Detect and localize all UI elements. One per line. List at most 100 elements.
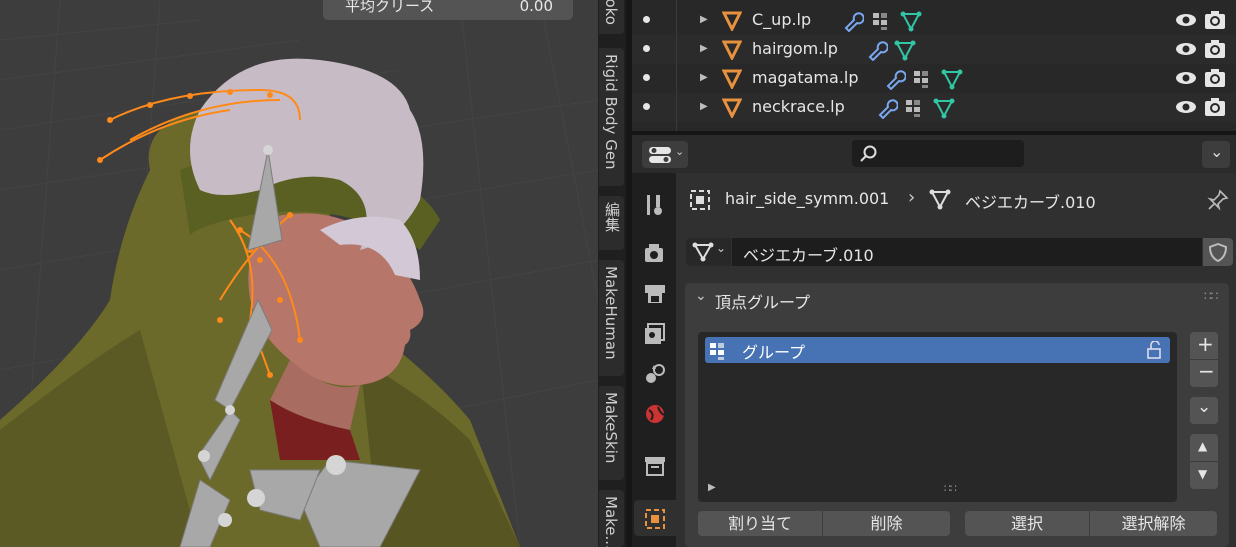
visibility-dot[interactable] xyxy=(643,74,650,81)
curve-data-icon[interactable] xyxy=(933,97,955,119)
vertex-group-list[interactable]: グループ ▶ ∷∷ xyxy=(698,332,1177,502)
drag-handle-icon[interactable]: ∷∷ xyxy=(1204,289,1218,303)
filter-expand-icon[interactable]: ▶ xyxy=(708,482,716,493)
vertex-groups-panel: ⌄ 頂点グループ ∷∷ グループ ▶ ∷∷ + − ⌄ ▲ ▼ 割り当て 削除 … xyxy=(685,283,1229,547)
outliner-row[interactable]: ▶ neckrace.lp xyxy=(632,93,1236,122)
outliner-row[interactable]: ▶ magatama.lp xyxy=(632,64,1236,93)
move-down-button[interactable]: ▼ xyxy=(1190,462,1218,489)
view-layer-icon[interactable] xyxy=(644,323,666,345)
curve-data-icon[interactable] xyxy=(941,68,963,90)
deselect-button[interactable]: 選択解除 xyxy=(1090,511,1217,536)
pin-icon[interactable] xyxy=(1207,189,1229,211)
options-dropdown[interactable]: ⌄ xyxy=(1202,141,1230,168)
expand-arrow-icon[interactable]: ▶ xyxy=(700,43,708,54)
outliner-item-name[interactable]: magatama.lp xyxy=(752,68,859,87)
search-icon xyxy=(860,145,877,162)
move-up-button[interactable]: ▲ xyxy=(1190,434,1218,461)
breadcrumb-object: hair_side_symm.001 xyxy=(725,189,890,208)
fake-user-button[interactable] xyxy=(1203,238,1233,266)
camera-icon[interactable] xyxy=(1204,39,1226,59)
list-resize-handle-icon[interactable]: ∷∷ xyxy=(944,482,957,495)
panel-title[interactable]: 頂点グループ xyxy=(715,289,810,313)
object-icon xyxy=(690,190,710,210)
arrow-down-icon: ▼ xyxy=(1198,467,1208,481)
sidebar-tabs: ...koko Rigid Body Gen 編集 MakeHuman Make… xyxy=(598,0,626,547)
wrench-icon[interactable] xyxy=(866,39,888,61)
eye-icon[interactable] xyxy=(1175,99,1197,115)
unlock-icon[interactable] xyxy=(1146,341,1166,359)
curve-object-icon xyxy=(722,11,742,31)
shield-icon xyxy=(1209,243,1227,262)
curve-data-icon xyxy=(692,242,714,262)
curve-object-icon xyxy=(722,98,742,118)
wrench-icon[interactable] xyxy=(876,97,898,119)
outliner-row[interactable]: ▶ hairgom.lp xyxy=(632,35,1236,64)
tab-makehuman[interactable]: MakeHuman xyxy=(599,260,624,376)
outliner-item-name[interactable]: C_up.lp xyxy=(752,10,811,29)
add-vertex-group-button[interactable]: + xyxy=(1190,332,1218,359)
breadcrumb-data: ベジエカーブ.010 xyxy=(965,193,1096,212)
datablock-name-field[interactable]: ベジエカーブ.010 xyxy=(732,238,1202,266)
output-icon[interactable] xyxy=(644,283,666,305)
assign-button[interactable]: 割り当て xyxy=(698,511,822,536)
collection-icon[interactable] xyxy=(644,456,666,476)
camera-icon[interactable] xyxy=(1204,10,1226,30)
chevron-down-icon: ⌄ xyxy=(716,241,727,255)
properties-header: ⌄ ⌄ xyxy=(632,135,1236,173)
expand-arrow-icon[interactable]: ▶ xyxy=(700,14,708,25)
outliner-item-name[interactable]: neckrace.lp xyxy=(752,97,845,116)
average-crease-label: 平均クリース xyxy=(345,0,435,15)
tab-make[interactable]: Make... xyxy=(599,490,624,547)
datablock-name: ベジエカーブ.010 xyxy=(743,246,874,265)
outliner-item-name[interactable]: hairgom.lp xyxy=(752,39,838,58)
panel-collapse-icon[interactable]: ⌄ xyxy=(695,288,707,304)
properties-editor-icon xyxy=(649,147,671,163)
render-icon[interactable] xyxy=(644,243,666,265)
tree-guide-line xyxy=(676,0,677,131)
curve-data-icon[interactable] xyxy=(900,10,922,32)
chevron-down-icon: ⌄ xyxy=(1197,397,1212,417)
expand-arrow-icon[interactable]: ▶ xyxy=(700,101,708,112)
tab-koko[interactable]: ...koko xyxy=(599,0,624,34)
vertex-groups-icon[interactable] xyxy=(872,11,892,31)
eye-icon[interactable] xyxy=(1175,70,1197,86)
breadcrumb-separator-icon: › xyxy=(908,187,916,208)
specials-menu-button[interactable]: ⌄ xyxy=(1190,397,1218,424)
tool-settings-icon[interactable] xyxy=(644,193,666,217)
camera-icon[interactable] xyxy=(1204,97,1226,117)
curve-data-icon[interactable] xyxy=(894,39,916,61)
eye-icon[interactable] xyxy=(1175,41,1197,57)
outliner-row[interactable]: ▶ C_up.lp xyxy=(632,6,1236,35)
outliner[interactable]: ▶ C_up.lp ▶ hairgom.lp ▶ magatama.lp ▶ n… xyxy=(632,0,1236,131)
expand-arrow-icon[interactable]: ▶ xyxy=(700,72,708,83)
vertex-groups-icon[interactable] xyxy=(905,98,925,118)
visibility-dot[interactable] xyxy=(643,45,650,52)
vertex-group-name[interactable]: グループ xyxy=(742,339,805,363)
average-crease-field[interactable]: 平均クリース 0.00 xyxy=(323,0,573,20)
wrench-icon[interactable] xyxy=(842,10,864,32)
tab-makeskin[interactable]: MakeSkin xyxy=(599,386,624,480)
average-crease-value: 0.00 xyxy=(519,0,553,15)
datablock-browse-button[interactable]: ⌄ xyxy=(686,238,731,266)
tab-rigid-body-gen[interactable]: Rigid Body Gen xyxy=(599,48,624,186)
eye-icon[interactable] xyxy=(1175,12,1197,28)
search-input[interactable] xyxy=(852,140,1024,167)
vertex-groups-icon[interactable] xyxy=(913,69,933,89)
arrow-up-icon: ▲ xyxy=(1198,439,1208,453)
camera-icon[interactable] xyxy=(1204,68,1226,88)
select-button[interactable]: 選択 xyxy=(965,511,1089,536)
visibility-dot[interactable] xyxy=(643,103,650,110)
wrench-icon[interactable] xyxy=(884,68,906,90)
remove-vertex-group-button[interactable]: − xyxy=(1190,359,1218,387)
list-item[interactable]: グループ xyxy=(705,337,1170,363)
world-icon[interactable] xyxy=(644,403,666,425)
visibility-dot[interactable] xyxy=(643,16,650,23)
tab-object-active[interactable] xyxy=(634,500,676,536)
3d-viewport[interactable]: 平均クリース 0.00 xyxy=(0,0,598,547)
editor-type-selector[interactable]: ⌄ xyxy=(642,141,688,168)
viewport-scene xyxy=(0,0,598,547)
remove-button[interactable]: 削除 xyxy=(823,511,950,536)
scene-icon[interactable] xyxy=(644,363,666,385)
properties-tabs xyxy=(632,173,676,547)
tab-edit[interactable]: 編集 xyxy=(599,196,624,250)
